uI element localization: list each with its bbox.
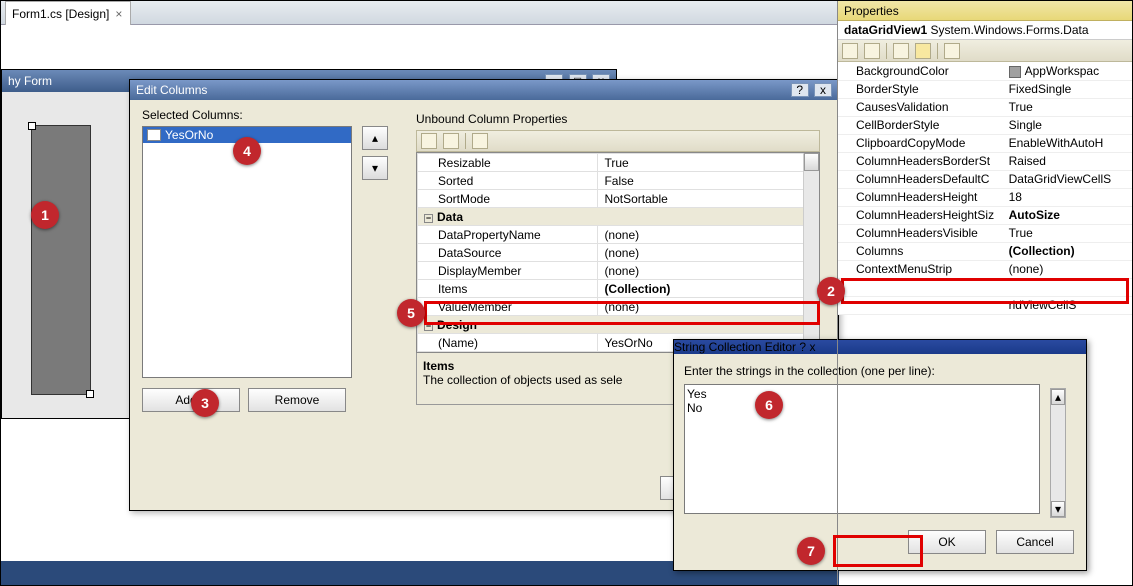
dialog-titlebar: Edit Columns ? x	[130, 80, 838, 100]
property-name[interactable]: DataPropertyName	[418, 226, 598, 244]
selected-object[interactable]: dataGridView1 System.Windows.Forms.Data	[838, 21, 1132, 40]
property-name[interactable]: DataSource	[418, 244, 598, 262]
property-value[interactable]: DataGridViewCellS	[1003, 170, 1132, 188]
close-icon[interactable]: x	[809, 340, 815, 354]
category-row[interactable]: −Data	[418, 208, 819, 226]
tab-label: Form1.cs [Design]	[12, 7, 109, 21]
property-name[interactable]: Items	[418, 280, 598, 298]
property-value[interactable]: False	[598, 172, 819, 190]
scrollbar[interactable]	[803, 153, 819, 352]
property-value[interactable]: (none)	[598, 244, 819, 262]
property-value[interactable]: EnableWithAutoH	[1003, 134, 1132, 152]
property-name[interactable]: SortMode	[418, 190, 598, 208]
properties-grid[interactable]: BackgroundColorAppWorkspacBorderStyleFix…	[838, 62, 1132, 315]
property-value[interactable]: Single	[1003, 116, 1132, 134]
object-name: dataGridView1	[844, 23, 927, 37]
property-name[interactable]: (Name)	[418, 334, 598, 352]
move-up-button[interactable]: ▴	[362, 126, 388, 150]
unbound-properties-label: Unbound Column Properties	[416, 112, 820, 126]
property-value[interactable]: (none)	[598, 226, 819, 244]
object-type: System.Windows.Forms.Data	[931, 23, 1089, 37]
property-value[interactable]: True	[598, 154, 819, 172]
column-icon	[147, 129, 161, 141]
property-value[interactable]: (none)	[598, 262, 819, 280]
property-name[interactable]: ColumnHeadersBorderSt	[838, 152, 1003, 170]
property-name[interactable]: ContextMenuStrip	[838, 260, 1003, 278]
property-name[interactable]: BackgroundColor	[838, 62, 1003, 80]
form-title: hy Form	[8, 70, 52, 92]
property-value[interactable]: (Collection)	[598, 280, 819, 298]
categorized-icon[interactable]	[842, 43, 858, 59]
property-value[interactable]	[1003, 278, 1132, 296]
properties-icon[interactable]	[893, 43, 909, 59]
property-grid[interactable]: ResizableTrueSortedFalseSortModeNotSorta…	[416, 152, 820, 353]
properties-panel: Properties dataGridView1 System.Windows.…	[837, 1, 1132, 585]
properties-toolbar	[838, 40, 1132, 62]
tab-form1-design[interactable]: Form1.cs [Design] ×	[5, 1, 131, 25]
alphabetical-icon[interactable]	[864, 43, 880, 59]
property-name[interactable]: ColumnHeadersHeightSiz	[838, 206, 1003, 224]
list-item-label: YesOrNo	[165, 128, 213, 142]
property-value[interactable]: Raised	[1003, 152, 1132, 170]
dialog-title: Edit Columns	[136, 80, 207, 100]
help-icon[interactable]: ?	[791, 83, 809, 97]
events-icon[interactable]	[915, 43, 931, 59]
property-value[interactable]: (none)	[1003, 260, 1132, 278]
property-name[interactable]: Sorted	[418, 172, 598, 190]
property-value[interactable]: True	[1003, 98, 1132, 116]
selected-columns-label: Selected Columns:	[142, 108, 352, 122]
property-value[interactable]: AutoSize	[1003, 206, 1132, 224]
add-button[interactable]: Add...	[142, 388, 240, 412]
property-name[interactable]: Resizable	[418, 154, 598, 172]
property-name[interactable]: ColumnHeadersVisible	[838, 224, 1003, 242]
property-name[interactable]: CausesValidation	[838, 98, 1003, 116]
properties-header: Properties	[838, 1, 1132, 21]
alphabetical-icon[interactable]	[443, 133, 459, 149]
property-name[interactable]: ColumnHeadersDefaultC	[838, 170, 1003, 188]
close-tab-icon[interactable]: ×	[113, 7, 124, 21]
property-name[interactable]: CellBorderStyle	[838, 116, 1003, 134]
move-down-button[interactable]: ▾	[362, 156, 388, 180]
propgrid-toolbar	[416, 130, 820, 152]
property-value[interactable]: (Collection)	[1003, 242, 1132, 260]
property-value[interactable]: ridViewCellS	[1003, 296, 1132, 314]
property-value[interactable]: FixedSingle	[1003, 80, 1132, 98]
property-name[interactable]: ValueMember	[418, 298, 598, 316]
list-item[interactable]: YesOrNo	[143, 127, 351, 143]
property-name[interactable]	[838, 278, 1003, 296]
property-value[interactable]: AppWorkspac	[1003, 62, 1132, 80]
property-value[interactable]: (none)	[598, 298, 819, 316]
category-row[interactable]: −Design	[418, 316, 819, 334]
datagridview-control[interactable]	[31, 125, 91, 395]
property-value[interactable]: NotSortable	[598, 190, 819, 208]
property-pages-icon[interactable]	[944, 43, 960, 59]
property-name[interactable]: ClipboardCopyMode	[838, 134, 1003, 152]
property-name[interactable]: Columns	[838, 242, 1003, 260]
help-icon[interactable]: ?	[799, 340, 806, 354]
property-value[interactable]: 18	[1003, 188, 1132, 206]
dialog-title: String Collection Editor	[674, 340, 796, 354]
property-name[interactable]: BorderStyle	[838, 80, 1003, 98]
property-name[interactable]: DisplayMember	[418, 262, 598, 280]
remove-button[interactable]: Remove	[248, 388, 346, 412]
selected-columns-list[interactable]: YesOrNo	[142, 126, 352, 378]
property-name[interactable]	[838, 296, 1003, 314]
categorized-icon[interactable]	[421, 133, 437, 149]
property-pages-icon[interactable]	[472, 133, 488, 149]
color-swatch-icon	[1009, 66, 1021, 78]
property-name[interactable]: ColumnHeadersHeight	[838, 188, 1003, 206]
property-value[interactable]: True	[1003, 224, 1132, 242]
close-icon[interactable]: x	[814, 83, 832, 97]
